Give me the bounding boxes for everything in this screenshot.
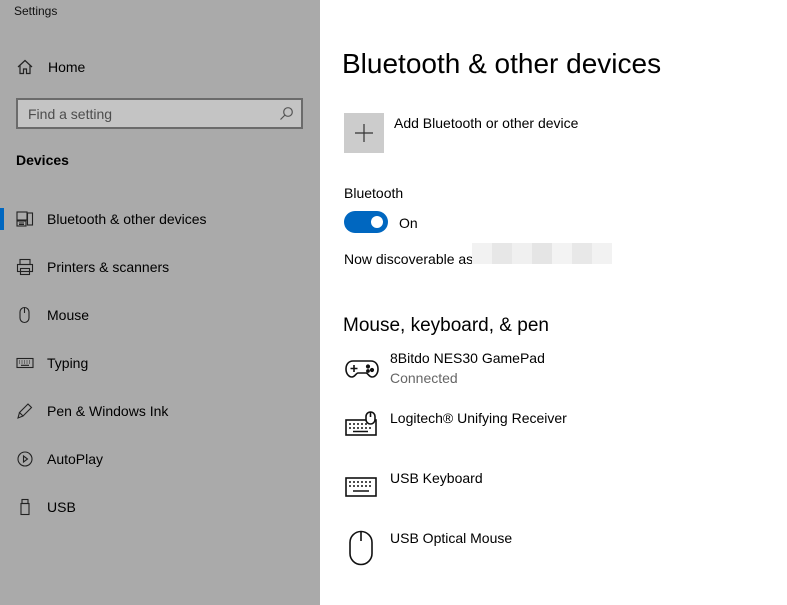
sidebar-item-pen[interactable]: Pen & Windows Ink <box>0 391 320 431</box>
sidebar-item-mouse[interactable]: Mouse <box>0 295 320 335</box>
sidebar: Settings Home Devices Bluetooth & other … <box>0 0 320 605</box>
device-item-usb-mouse[interactable]: USB Optical Mouse <box>344 530 764 580</box>
device-name: USB Optical Mouse <box>390 530 513 546</box>
redacted-device-name <box>472 243 612 264</box>
device-name: Logitech® Unifying Receiver <box>390 410 567 426</box>
home-icon <box>16 58 34 76</box>
bluetooth-devices-icon <box>16 210 34 228</box>
keyboard-mouse-icon <box>344 410 380 446</box>
device-name: 8Bitdo NES30 GamePad <box>390 350 545 366</box>
sidebar-item-label: Bluetooth & other devices <box>47 211 207 227</box>
add-device-label[interactable]: Add Bluetooth or other device <box>394 115 578 131</box>
home-label: Home <box>48 59 86 75</box>
search-box[interactable] <box>16 98 303 129</box>
home-nav-item[interactable]: Home <box>0 54 320 80</box>
search-icon[interactable] <box>279 106 294 121</box>
page-title: Bluetooth & other devices <box>342 48 662 79</box>
mouse-icon <box>344 530 380 566</box>
bluetooth-heading: Bluetooth <box>344 185 404 201</box>
keyboard-icon <box>16 354 34 372</box>
sidebar-item-label: Mouse <box>47 307 90 323</box>
sidebar-item-bluetooth[interactable]: Bluetooth & other devices <box>0 199 320 239</box>
keyboard-icon <box>344 470 380 506</box>
plus-icon <box>355 124 373 142</box>
device-name: USB Keyboard <box>390 470 483 486</box>
sidebar-item-autoplay[interactable]: AutoPlay <box>0 439 320 479</box>
device-status: Connected <box>390 370 458 386</box>
devices-section-title: Devices <box>16 152 69 168</box>
device-item-usb-keyboard[interactable]: USB Keyboard <box>344 470 764 520</box>
usb-icon <box>16 498 34 516</box>
pen-icon <box>16 402 34 420</box>
toggle-knob <box>371 216 383 228</box>
search-input[interactable] <box>18 100 273 127</box>
discoverable-label: Now discoverable as <box>344 251 474 267</box>
bluetooth-toggle[interactable] <box>344 211 388 233</box>
sidebar-item-label: Pen & Windows Ink <box>47 403 169 419</box>
add-device-button[interactable] <box>344 113 384 153</box>
sidebar-item-label: Printers & scanners <box>47 259 170 275</box>
gamepad-icon <box>344 350 380 386</box>
sidebar-item-label: Typing <box>47 355 89 371</box>
sidebar-item-label: AutoPlay <box>47 451 104 467</box>
sidebar-item-typing[interactable]: Typing <box>0 343 320 383</box>
sidebar-item-label: USB <box>47 499 76 515</box>
printer-icon <box>16 258 34 276</box>
sidebar-item-printers[interactable]: Printers & scanners <box>0 247 320 287</box>
mouse-icon <box>16 306 34 324</box>
sidebar-item-usb[interactable]: USB <box>0 487 320 527</box>
bluetooth-state-label: On <box>399 215 418 231</box>
autoplay-icon <box>16 450 34 468</box>
app-title: Settings <box>14 4 58 18</box>
device-item-logitech-receiver[interactable]: Logitech® Unifying Receiver <box>344 410 764 460</box>
mouse-keyboard-pen-heading: Mouse, keyboard, & pen <box>343 315 549 336</box>
device-item-gamepad[interactable]: 8Bitdo NES30 GamePad Connected <box>344 350 764 400</box>
